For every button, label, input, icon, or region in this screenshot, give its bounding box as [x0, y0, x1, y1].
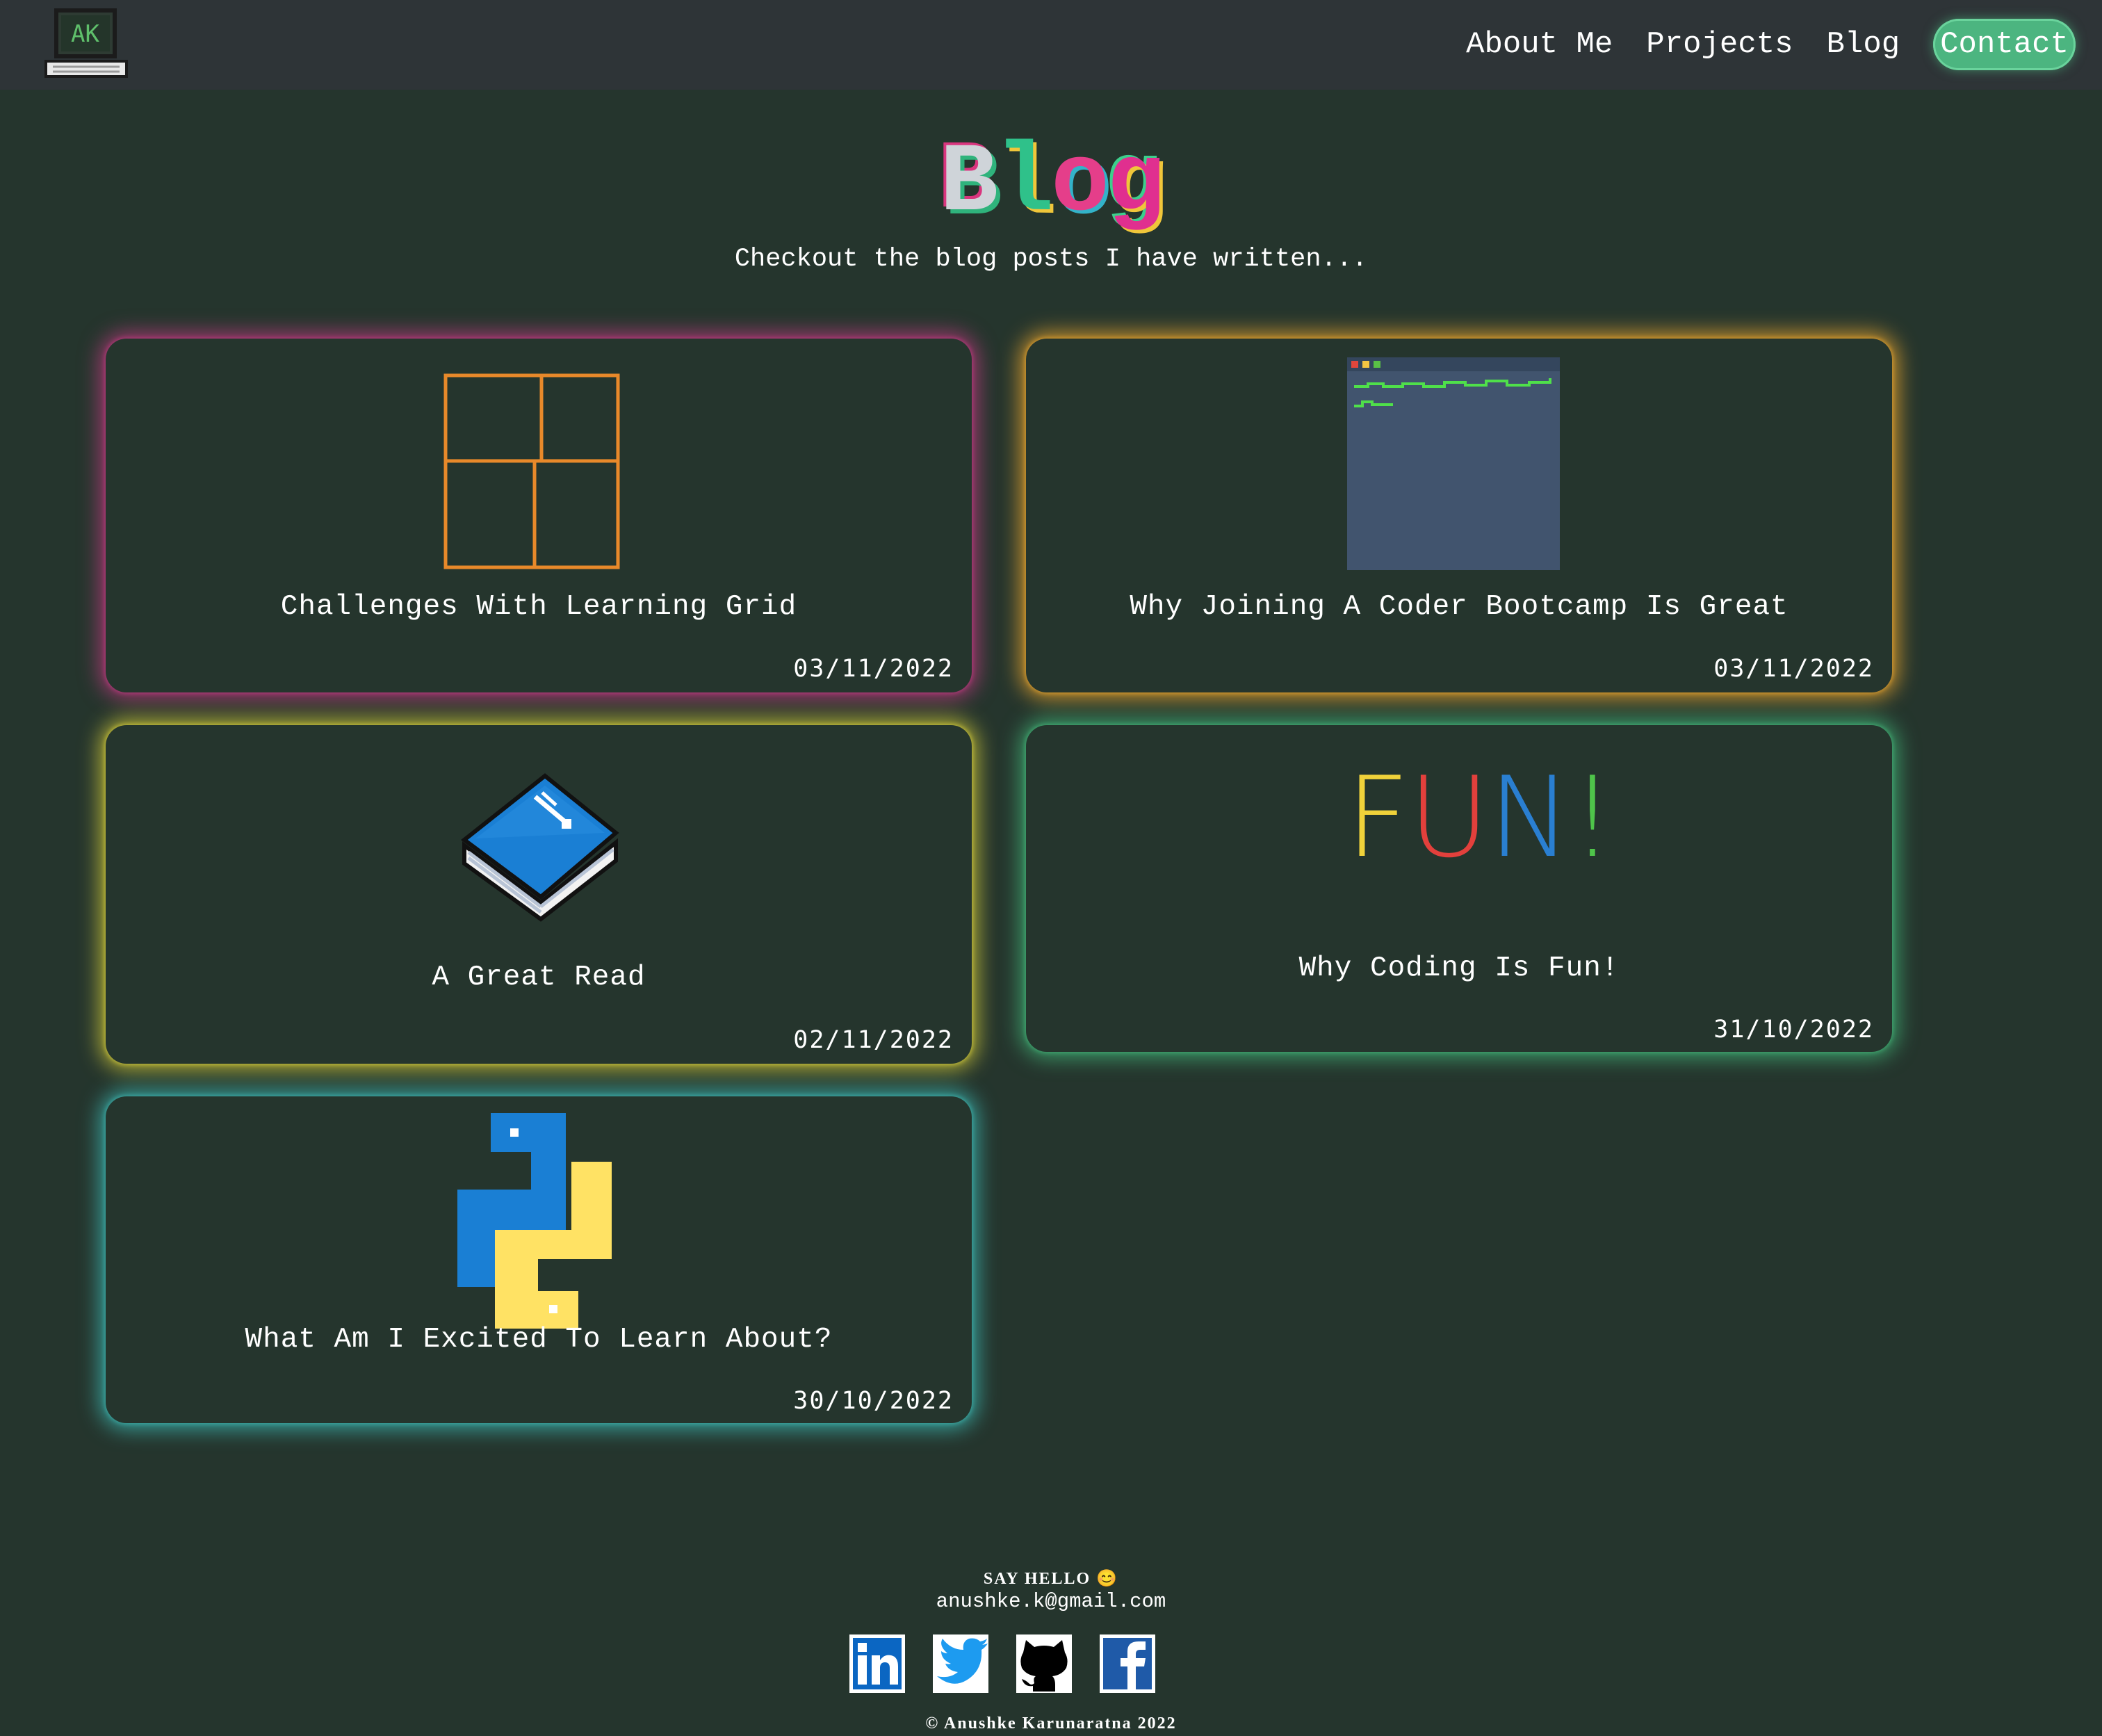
- title-letter: B: [939, 129, 998, 239]
- nav-links: About Me Projects Blog Contact: [1466, 19, 2076, 70]
- fun-letter-f: F: [1346, 752, 1410, 882]
- blog-card-date: 03/11/2022: [1713, 655, 1874, 683]
- navbar: AK About Me Projects Blog Contact: [0, 0, 2102, 90]
- blog-card-date: 30/10/2022: [793, 1387, 954, 1415]
- blog-card[interactable]: What Am I Excited To Learn About? 30/10/…: [106, 1096, 972, 1423]
- terminal-window-icon: [1347, 357, 1560, 570]
- linkedin-icon[interactable]: [849, 1634, 905, 1693]
- footer-copyright: © Anushke Karunaratna 2022: [925, 1714, 1177, 1733]
- title-letter: o: [1051, 129, 1109, 239]
- nav-about-me[interactable]: About Me: [1466, 19, 1613, 70]
- title-letter: g: [1107, 129, 1165, 239]
- blog-card-date: 02/11/2022: [793, 1026, 954, 1054]
- page-title: Blog: [0, 129, 2102, 240]
- twitter-icon[interactable]: [933, 1634, 988, 1693]
- blog-card-title: What Am I Excited To Learn About?: [245, 1324, 833, 1356]
- title-letter: l: [995, 129, 1054, 239]
- github-icon[interactable]: [1016, 1634, 1072, 1693]
- blog-card[interactable]: Why Joining A Coder Bootcamp Is Great 03…: [1026, 339, 1892, 692]
- page-subtitle: Checkout the blog posts I have written..…: [734, 245, 1368, 274]
- blog-card-title: Why Joining A Coder Bootcamp Is Great: [1130, 591, 1789, 623]
- svg-text:AK: AK: [71, 20, 99, 48]
- fun-letter-exclaim: !: [1570, 752, 1615, 882]
- blog-card[interactable]: Challenges With Learning Grid 03/11/2022: [106, 339, 972, 692]
- nav-contact-button[interactable]: Contact: [1933, 19, 2076, 70]
- social-links: [849, 1634, 1155, 1693]
- computer-logo-icon[interactable]: AK: [40, 6, 132, 82]
- blog-card-title: Why Coding Is Fun!: [1298, 952, 1620, 984]
- blog-card-date: 31/10/2022: [1713, 1016, 1874, 1044]
- blog-card[interactable]: A Great Read 02/11/2022: [106, 725, 972, 1064]
- footer-email-link[interactable]: anushke.k@gmail.com: [0, 1590, 2102, 1613]
- blog-card-date: 03/11/2022: [793, 655, 954, 683]
- facebook-icon[interactable]: [1100, 1634, 1155, 1693]
- footer-say-hello: SAY HELLO 😊: [983, 1570, 1119, 1588]
- nav-projects[interactable]: Projects: [1646, 19, 1793, 70]
- blog-card[interactable]: FUN! Why Coding Is Fun! 31/10/2022: [1026, 725, 1892, 1052]
- fun-text-icon: FUN!: [1346, 762, 1615, 873]
- fun-letter-n: N: [1488, 752, 1572, 882]
- fun-letter-u: U: [1408, 752, 1490, 882]
- grid-layout-icon: [443, 373, 620, 569]
- nav-blog[interactable]: Blog: [1827, 19, 1900, 70]
- book-icon: [461, 773, 619, 922]
- blog-card-title: A Great Read: [432, 962, 646, 993]
- python-logo-icon: [457, 1113, 612, 1329]
- blog-card-title: Challenges With Learning Grid: [280, 591, 797, 623]
